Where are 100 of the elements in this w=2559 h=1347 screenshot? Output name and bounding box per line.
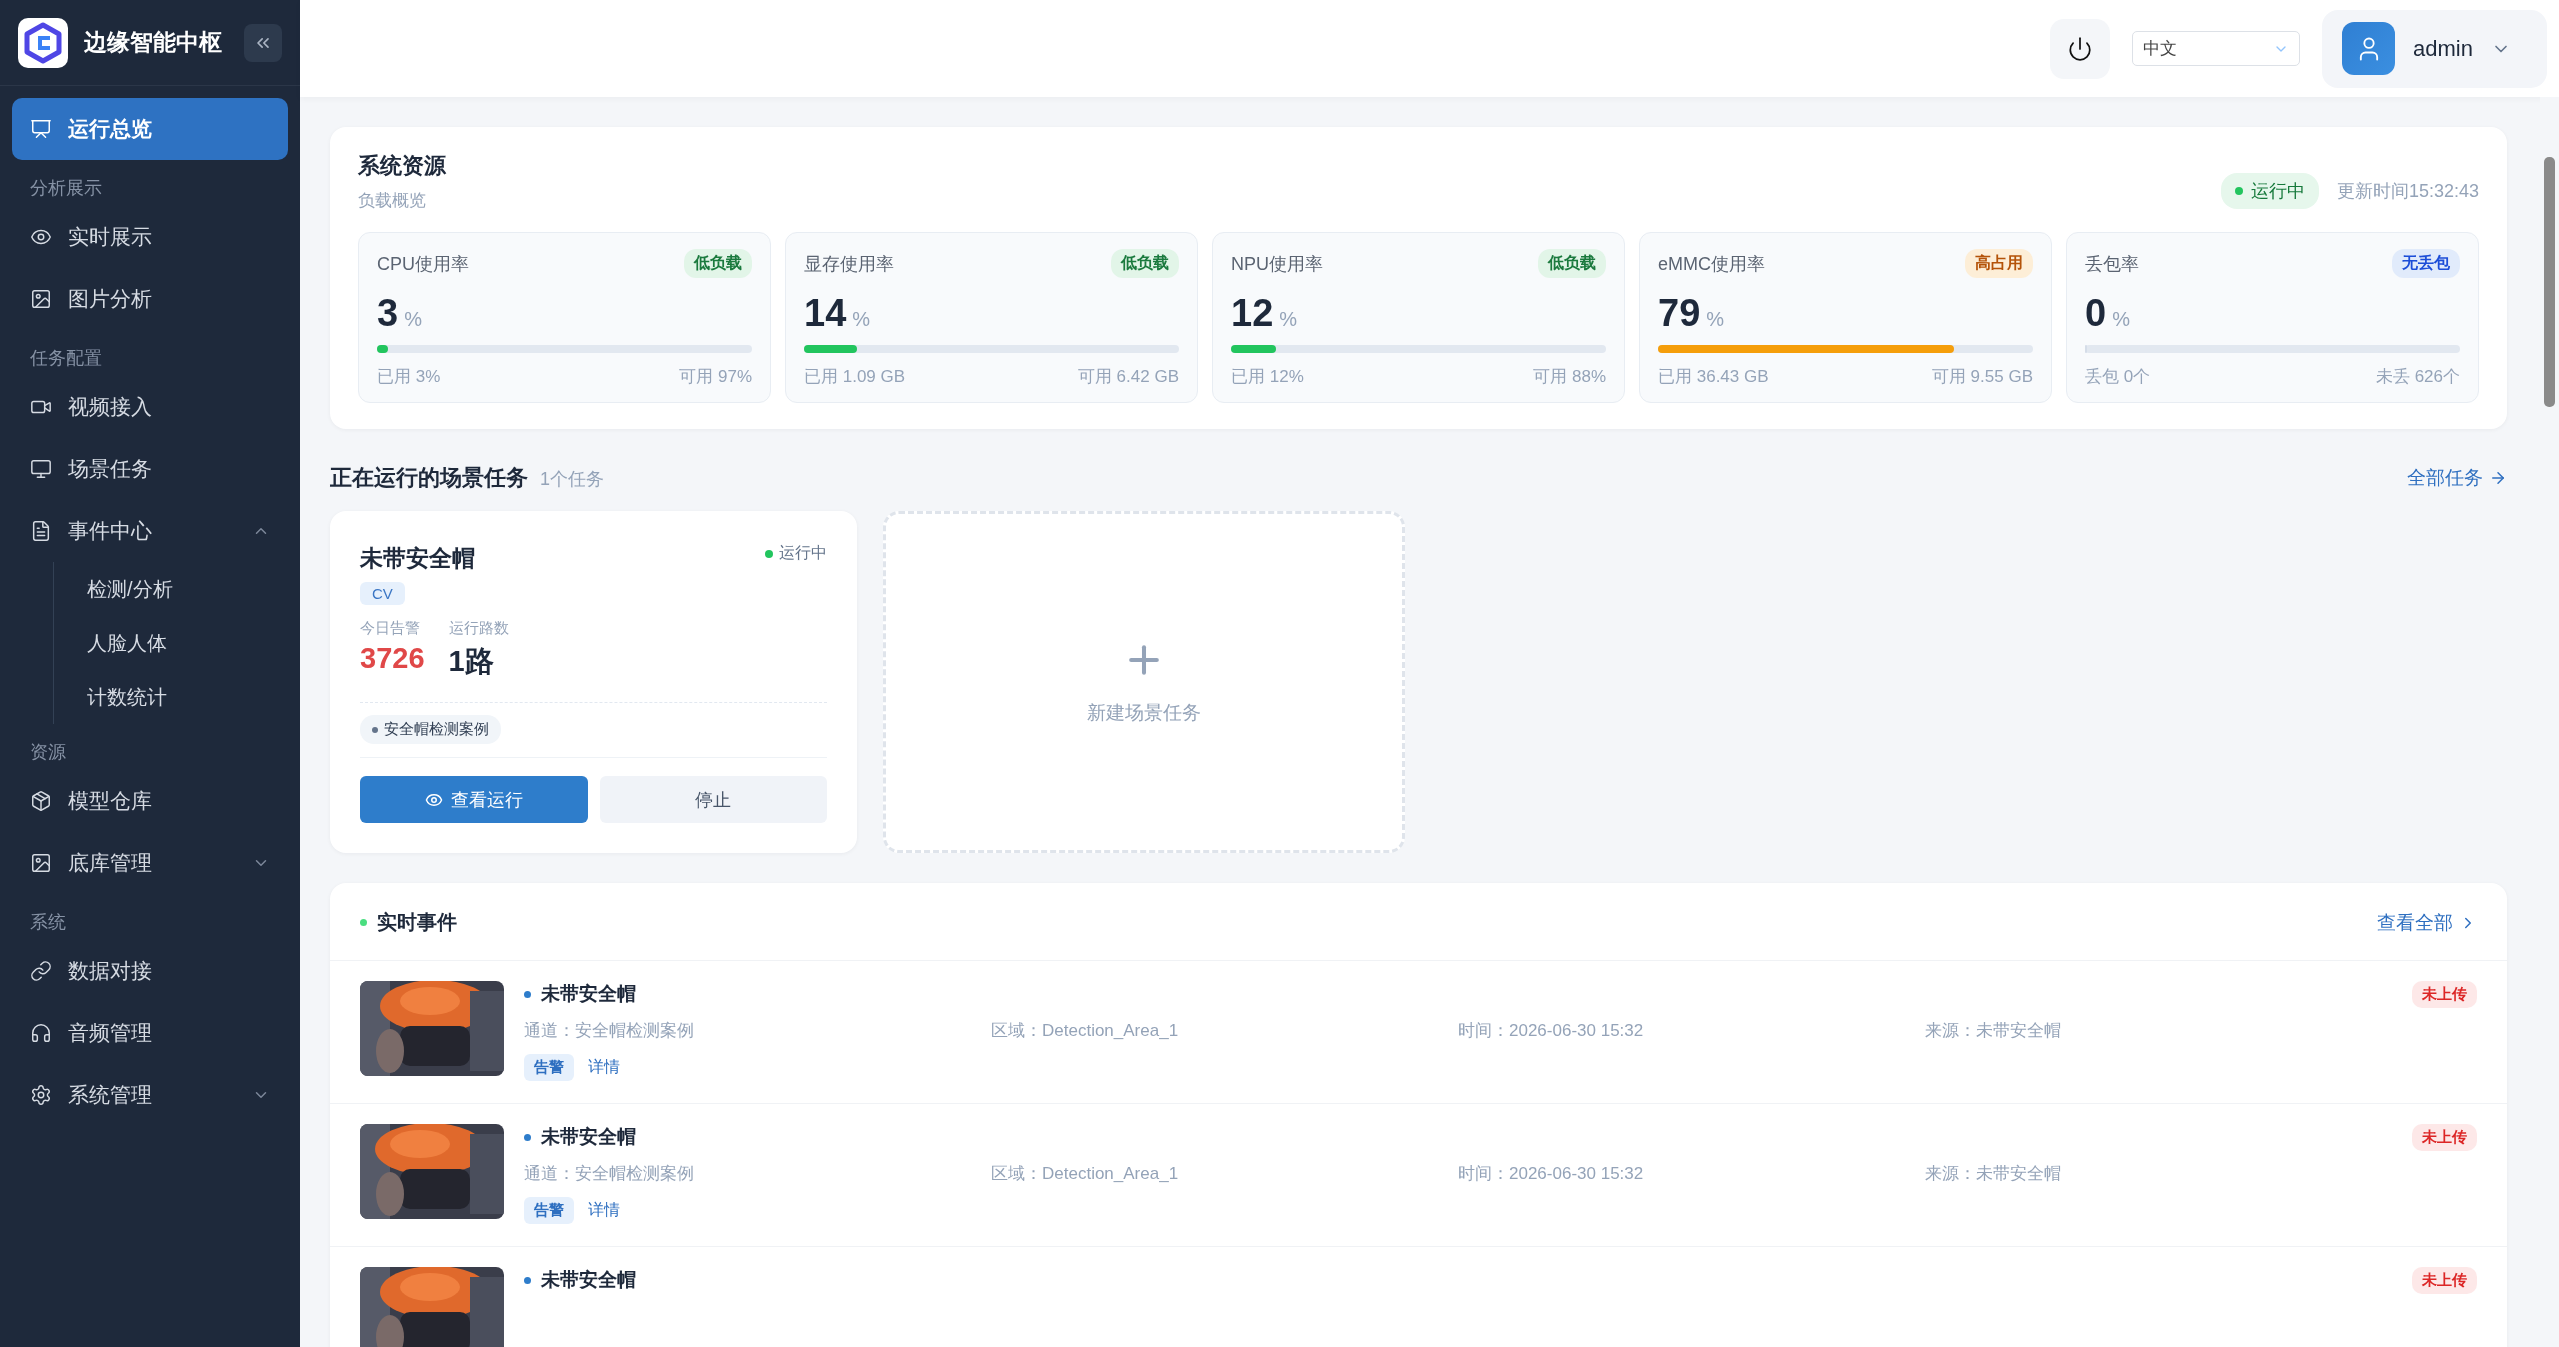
image-icon xyxy=(30,852,52,874)
stat-value: 1路 xyxy=(448,644,495,679)
arrow-right-icon xyxy=(2489,469,2507,487)
menu-item[interactable]: 事件中心 xyxy=(12,500,288,562)
alarm-tag: 告警 xyxy=(524,1197,574,1224)
collapse-button[interactable] xyxy=(244,23,282,62)
stop-button[interactable]: 停止 xyxy=(599,776,827,823)
section-heading: 分析展示 xyxy=(29,177,103,200)
document-icon xyxy=(30,520,52,542)
avatar-icon xyxy=(2342,22,2395,75)
run-status: 运行中 xyxy=(765,543,827,564)
logo-icon xyxy=(18,17,68,68)
event-field: 通道：安全帽检测案例 xyxy=(524,1162,991,1185)
language-select[interactable]: 中文 xyxy=(2132,31,2300,66)
update-time: 更新时间15:32:43 xyxy=(2336,180,2479,203)
type-tag: CV xyxy=(360,582,405,605)
metric-value: 0 xyxy=(2085,292,2107,335)
event-field: 时间：2026-06-30 15:32 xyxy=(1458,1162,1925,1185)
all-tasks-link[interactable]: 全部任务 xyxy=(2407,465,2507,491)
view-button[interactable]: 查看运行 xyxy=(360,776,588,823)
presentation-icon xyxy=(30,118,52,140)
metric-value: 3 xyxy=(377,292,399,335)
metric-unit: % xyxy=(404,308,422,331)
metric-unit: % xyxy=(1279,308,1298,331)
metric-unit: % xyxy=(852,308,871,331)
upload-status-badge: 未上传 xyxy=(2412,1124,2477,1151)
used-text: 丢包 0个 xyxy=(2085,366,2151,388)
section-heading: 任务配置 xyxy=(29,347,103,370)
load-badge: 低负载 xyxy=(1111,249,1179,278)
event-field: 来源：未带安全帽 xyxy=(1925,1019,2392,1042)
task-count: 1个任务 xyxy=(540,468,604,491)
event-field: 区域：Detection_Area_1 xyxy=(991,1019,1458,1042)
menu-item[interactable]: 底库管理 xyxy=(12,832,288,894)
used-text: 已用 36.43 GB xyxy=(1658,366,1769,388)
event-row[interactable]: 未带安全帽 通道：安全帽检测案例 区域：Detection_Area_1 时间：2026-06-30 15:32 来源：未带安全帽 告警 详情 未上传 xyxy=(330,961,2507,1104)
menu-item[interactable]: 视频接入 xyxy=(12,376,288,438)
menu-item[interactable]: 数据对接 xyxy=(12,940,288,1002)
detail-link[interactable]: 详情 xyxy=(588,1200,620,1221)
stat-label: 今日告警 xyxy=(360,619,421,638)
menu-item[interactable]: 运行总览 xyxy=(12,98,288,160)
event-title: 未带安全帽 xyxy=(524,1267,2392,1293)
event-row[interactable]: 未带安全帽 未上传 xyxy=(330,1247,2507,1347)
task-name: 未带安全帽 xyxy=(360,544,475,573)
upload-status-badge: 未上传 xyxy=(2412,981,2477,1008)
available-text: 可用 9.55 GB xyxy=(1931,366,2033,388)
alarm-tag: 告警 xyxy=(524,1054,574,1081)
used-text: 已用 1.09 GB xyxy=(804,366,906,388)
monitor-icon xyxy=(30,458,52,480)
link-icon xyxy=(30,960,52,982)
metric-label: 显存使用率 xyxy=(804,252,894,276)
card-subtitle: 负载概览 xyxy=(358,190,427,212)
metric-label: eMMC使用率 xyxy=(1658,252,1765,276)
event-title: 未带安全帽 xyxy=(524,1124,2392,1150)
event-field: 通道：安全帽检测案例 xyxy=(524,1019,991,1042)
event-row[interactable]: 未带安全帽 通道：安全帽检测案例 区域：Detection_Area_1 时间：2026-06-30 15:32 来源：未带安全帽 告警 详情 未上传 xyxy=(330,1104,2507,1247)
settings-icon xyxy=(30,1084,52,1106)
view-all-link[interactable]: 查看全部 xyxy=(2377,909,2477,936)
stat-label: 运行路数 xyxy=(448,619,509,638)
metric-label: CPU使用率 xyxy=(377,252,469,276)
power-button[interactable] xyxy=(2050,18,2110,79)
load-badge: 低负载 xyxy=(1538,249,1606,278)
section-heading: 资源 xyxy=(29,741,67,764)
available-text: 可用 97% xyxy=(679,366,752,388)
used-text: 已用 12% xyxy=(1231,366,1304,388)
metric-value: 79 xyxy=(1658,292,1701,335)
app-title: 边缘智能中枢 xyxy=(84,28,223,57)
available-text: 可用 88% xyxy=(1533,366,1606,388)
section-heading: 系统 xyxy=(29,911,67,934)
menu-item[interactable]: 实时展示 xyxy=(12,206,288,268)
section-title: 正在运行的场景任务 xyxy=(330,464,528,492)
metric-unit: % xyxy=(2112,308,2130,331)
submenu-item[interactable]: 计数统计 xyxy=(12,670,288,724)
event-title: 未带安全帽 xyxy=(524,981,2392,1007)
menu-item[interactable]: 模型仓库 xyxy=(12,770,288,832)
image-icon xyxy=(30,288,52,310)
metric-value: 12 xyxy=(1231,292,1274,335)
available-text: 未丢 626个 xyxy=(2375,366,2460,388)
submenu-item[interactable]: 人脸人体 xyxy=(12,616,288,670)
detail-link[interactable]: 详情 xyxy=(588,1057,620,1078)
menu-item[interactable]: 场景任务 xyxy=(12,438,288,500)
metric-label: NPU使用率 xyxy=(1231,252,1323,276)
menu-item[interactable]: 音频管理 xyxy=(12,1002,288,1064)
status-badge: 运行中 xyxy=(2220,173,2319,209)
menu-item[interactable]: 系统管理 xyxy=(12,1064,288,1126)
user-menu[interactable]: admin xyxy=(2322,9,2547,88)
card-title: 系统资源 xyxy=(358,152,446,180)
submenu-item[interactable]: 检测/分析 xyxy=(12,562,288,616)
used-text: 已用 3% xyxy=(377,366,441,388)
load-badge: 无丢包 xyxy=(2392,249,2460,278)
metric-value: 14 xyxy=(804,292,847,335)
headphones-icon xyxy=(30,1022,52,1044)
load-badge: 高占用 xyxy=(1965,249,2033,278)
menu-item[interactable]: 图片分析 xyxy=(12,268,288,330)
box-icon xyxy=(30,790,52,812)
power-icon xyxy=(2067,35,2093,62)
stat-value: 3726 xyxy=(360,642,425,675)
upload-status-badge: 未上传 xyxy=(2412,1267,2477,1294)
metric-label: 丢包率 xyxy=(2085,252,2139,276)
metric-unit: % xyxy=(1706,308,1725,331)
event-field: 区域：Detection_Area_1 xyxy=(991,1162,1458,1185)
